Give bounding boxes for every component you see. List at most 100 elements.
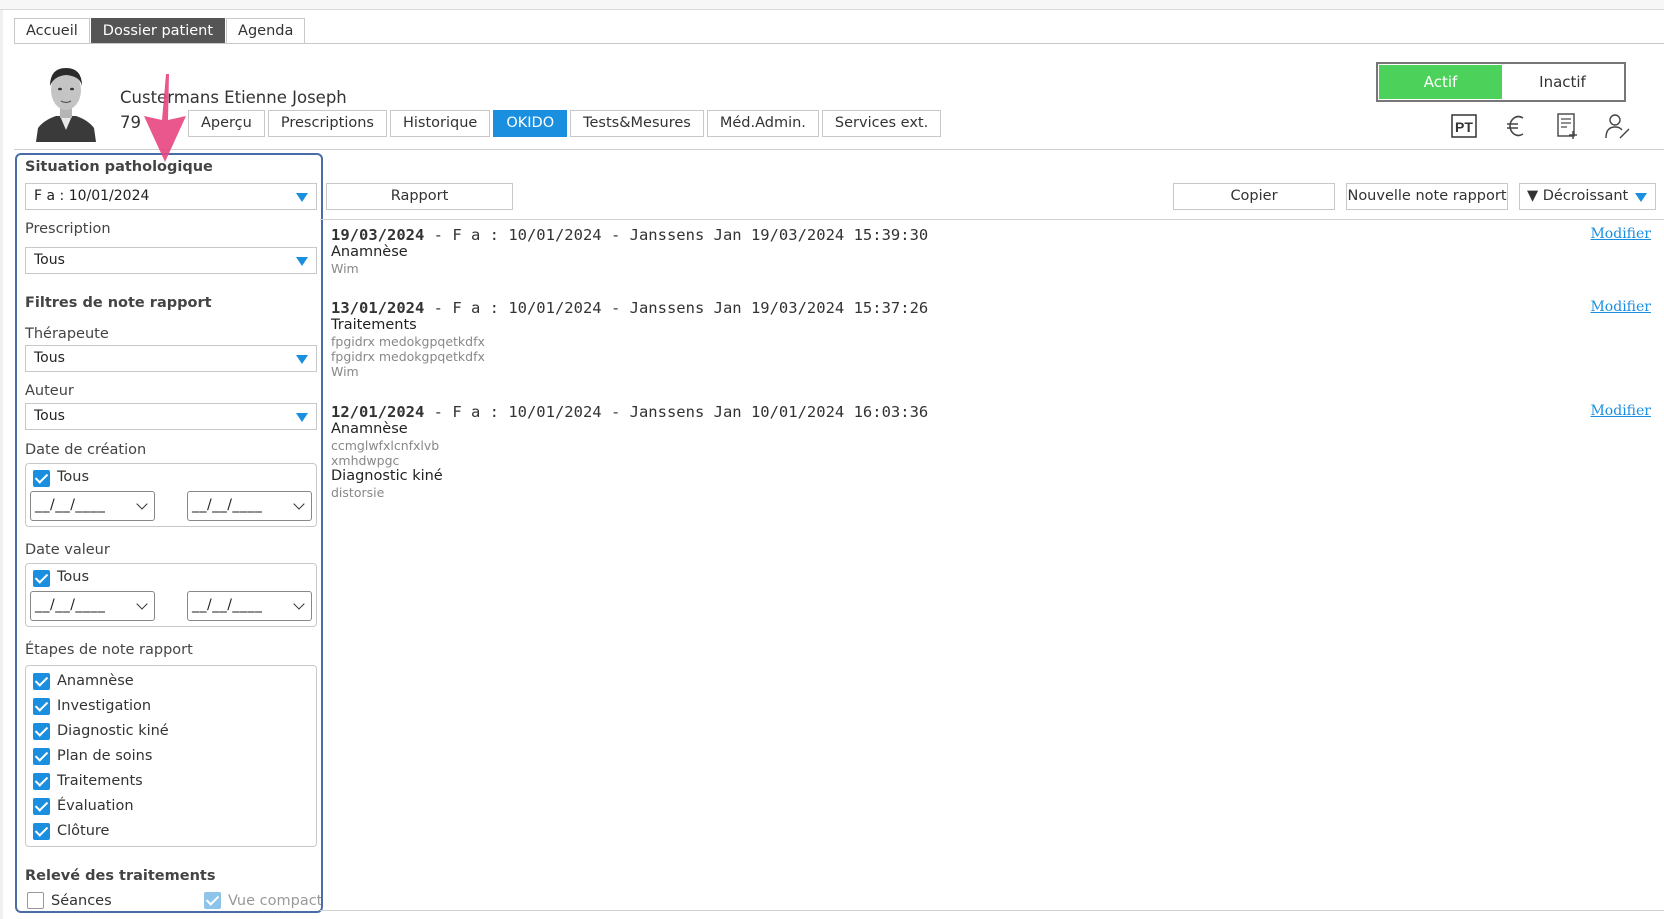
note-meta: - F a : 10/01/2024 - Janssens Jan 19/03/… [424,226,929,244]
author-select[interactable]: Tous [25,403,317,430]
note-line: distorsie [331,485,385,500]
step-label: Clôture [57,823,110,839]
note-line: Wim [331,364,359,379]
list-item: 13/01/2024 - F a : 10/01/2024 - Janssens… [331,299,1651,379]
pt-icon[interactable]: PT [1450,112,1478,140]
value-date-label: Date valeur [25,542,110,558]
creation-all-label: Tous [57,469,90,485]
author-label: Auteur [25,383,74,399]
step-label: Évaluation [57,798,134,814]
step-investigation-checkbox[interactable] [33,698,50,715]
therapist-value: Tous [34,350,65,366]
tab-agenda[interactable]: Agenda [226,18,306,44]
therapist-label: Thérapeute [25,326,109,342]
chevron-down-icon [136,598,148,610]
note-header: 19/03/2024 - F a : 10/01/2024 - Janssens… [331,226,1651,244]
note-section-title: Traitements [331,317,417,333]
step-diagnostic-checkbox[interactable] [33,723,50,740]
step-traitements-checkbox[interactable] [33,773,50,790]
situation-select[interactable]: F a : 10/01/2024 [25,183,317,210]
therapist-select[interactable]: Tous [25,345,317,372]
creation-to-value: __/__/____ [192,497,263,513]
step-plan-checkbox[interactable] [33,748,50,765]
dropdown-arrow-icon [296,257,308,266]
pointer-arrow-icon [144,74,186,162]
note-meta: - F a : 10/01/2024 - Janssens Jan 19/03/… [424,299,929,317]
note-section-title: Anamnèse [331,421,408,437]
step-evaluation-checkbox[interactable] [33,798,50,815]
creation-to-select[interactable]: __/__/____ [187,491,312,521]
note-meta: - F a : 10/01/2024 - Janssens Jan 10/01/… [424,403,929,421]
value-date-group: Tous __/__/____ __/__/____ [25,563,317,627]
modify-link[interactable]: Modifier [1590,299,1651,315]
document-add-icon[interactable] [1553,112,1581,140]
value-all-checkbox[interactable] [33,570,50,587]
note-line: Wim [331,261,359,276]
dropdown-arrow-icon [296,355,308,364]
user-edit-icon[interactable] [1603,112,1631,140]
note-section-title: Diagnostic kiné [331,468,443,484]
step-cloture-checkbox[interactable] [33,823,50,840]
status-inactive-button[interactable]: Inactif [1502,65,1623,99]
step-label: Diagnostic kiné [57,723,169,739]
value-from-select[interactable]: __/__/____ [30,591,155,621]
main-tabs: Accueil Dossier patient Agenda [14,18,306,44]
step-anamnese-checkbox[interactable] [33,673,50,690]
chevron-down-icon [293,498,305,510]
sessions-label: Séances [51,893,112,909]
note-header: 12/01/2024 - F a : 10/01/2024 - Janssens… [331,403,1651,421]
note-header: 13/01/2024 - F a : 10/01/2024 - Janssens… [331,299,1651,317]
toolbar-divider [320,219,1664,220]
prescription-select[interactable]: Tous [25,247,317,274]
step-label: Investigation [57,698,152,714]
modify-link[interactable]: Modifier [1590,403,1651,419]
sort-select[interactable]: ▼ Décroissant [1519,183,1656,210]
creation-date-group: Tous __/__/____ __/__/____ [25,463,317,527]
copy-button[interactable]: Copier [1173,183,1335,210]
tab-med-admin[interactable]: Méd.Admin. [706,110,819,137]
sub-tabs: Aperçu Prescriptions Historique OKIDO Te… [188,110,944,137]
report-button[interactable]: Rapport [326,183,513,210]
value-to-value: __/__/____ [192,597,263,613]
value-all-label: Tous [57,569,90,585]
status-active-button[interactable]: Actif [1379,65,1502,99]
status-toggle: Actif Inactif [1376,62,1626,102]
filter-panel: Situation pathologique F a : 10/01/2024 … [15,153,323,913]
window-top-bar [0,0,1664,10]
sessions-checkbox[interactable] [27,892,44,909]
note-date: 12/01/2024 [331,403,425,421]
new-note-button[interactable]: Nouvelle note rapport [1346,183,1508,210]
compact-view-checkbox[interactable] [204,892,221,909]
tab-okido[interactable]: OKIDO [493,110,568,137]
tab-accueil[interactable]: Accueil [14,18,90,44]
steps-label: Étapes de note rapport [25,642,193,658]
chevron-down-icon [136,498,148,510]
euro-icon[interactable] [1502,112,1530,140]
note-section-title: Anamnèse [331,244,408,260]
left-edge [0,10,3,919]
steps-group: Anamnèse Investigation Diagnostic kiné P… [25,665,317,847]
compact-view-label: Vue compact [228,893,323,909]
creation-date-label: Date de création [25,442,147,458]
tab-prescriptions[interactable]: Prescriptions [267,110,387,137]
content-bottom-divider [320,910,1664,911]
note-line: fpgidrx medokgpqetkdfx [331,334,485,349]
tab-historique[interactable]: Historique [389,110,491,137]
step-label: Anamnèse [57,673,134,689]
tab-services-ext[interactable]: Services ext. [821,110,942,137]
tab-tests-mesures[interactable]: Tests&Mesures [570,110,704,137]
tab-apercu[interactable]: Aperçu [188,110,265,137]
note-line: xmhdwpgc [331,453,400,468]
creation-from-select[interactable]: __/__/____ [30,491,155,521]
dropdown-arrow-icon [296,413,308,422]
prescription-value: Tous [34,252,65,268]
note-line: ccmglwfxlcnfxlvb [331,438,440,453]
dropdown-arrow-icon [296,193,308,202]
modify-link[interactable]: Modifier [1590,226,1651,242]
creation-all-checkbox[interactable] [33,470,50,487]
tab-dossier-patient[interactable]: Dossier patient [90,18,226,44]
tab-divider [14,43,1664,44]
author-value: Tous [34,408,65,424]
situation-value: F a : 10/01/2024 [34,188,150,204]
value-to-select[interactable]: __/__/____ [187,591,312,621]
